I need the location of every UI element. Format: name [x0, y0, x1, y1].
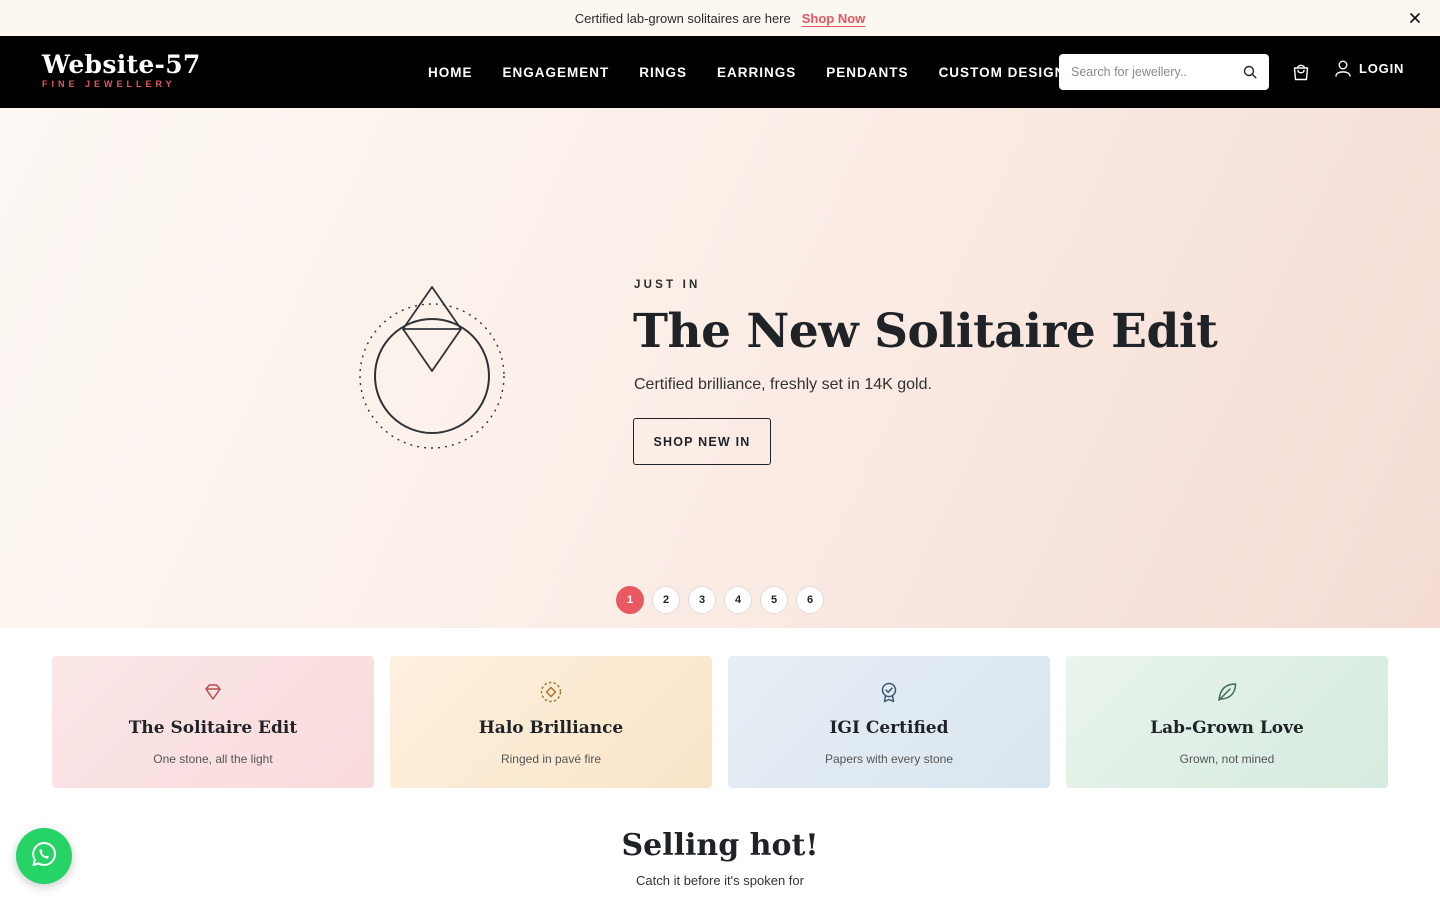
- slide-dot-6[interactable]: 6: [796, 586, 824, 614]
- login-button[interactable]: LOGIN: [1334, 59, 1404, 77]
- announcement-message: Certified lab-grown solitaires are here: [574, 10, 791, 26]
- feature-card-title: Halo Brilliance: [478, 718, 624, 738]
- section-title: Selling hot!: [621, 828, 819, 863]
- main-nav: HOME ENGAGEMENT RINGS EARRINGS PENDANTS …: [413, 36, 1080, 108]
- search-input[interactable]: [1059, 65, 1229, 79]
- feature-card-lab-grown[interactable]: Lab-Grown Love Grown, not mined: [1066, 656, 1388, 788]
- feature-card-solitaire[interactable]: The Solitaire Edit One stone, all the li…: [52, 656, 374, 788]
- shopping-bag-icon[interactable]: [1291, 62, 1311, 82]
- solitaire-ring-icon: [356, 286, 508, 452]
- slide-dot-4[interactable]: 4: [724, 586, 752, 614]
- logo-tagline: FINE JEWELLERY: [42, 79, 176, 89]
- logo-name: Website-57: [42, 50, 201, 79]
- shop-new-in-button[interactable]: SHOP NEW IN: [633, 418, 771, 465]
- halo-icon: [540, 681, 562, 703]
- hero-banner: JUST IN The New Solitaire Edit Certified…: [0, 108, 1440, 628]
- search-box: [1059, 54, 1269, 90]
- hero-subtitle: Certified brilliance, freshly set in 14K…: [634, 376, 932, 393]
- slide-dot-2[interactable]: 2: [652, 586, 680, 614]
- nav-earrings[interactable]: EARRINGS: [717, 65, 796, 80]
- certificate-badge-icon: [878, 681, 900, 703]
- site-header: Website-57 FINE JEWELLERY HOME ENGAGEMEN…: [0, 36, 1440, 108]
- user-icon: [1334, 59, 1352, 77]
- diamond-icon: [202, 681, 224, 703]
- whatsapp-icon: [30, 840, 58, 873]
- site-logo[interactable]: Website-57 FINE JEWELLERY: [42, 50, 201, 89]
- feature-card-igi[interactable]: IGI Certified Papers with every stone: [728, 656, 1050, 788]
- feature-card-title: Lab-Grown Love: [1150, 718, 1304, 738]
- feature-card-subtitle: Grown, not mined: [1179, 752, 1275, 766]
- hero-title: The New Solitaire Edit: [633, 304, 1218, 359]
- whatsapp-button[interactable]: [16, 828, 72, 884]
- hero-eyebrow: JUST IN: [634, 279, 701, 291]
- feature-card-title: The Solitaire Edit: [128, 718, 298, 738]
- nav-custom-design[interactable]: CUSTOM DESIGN: [939, 65, 1066, 80]
- nav-home[interactable]: HOME: [428, 65, 473, 80]
- slide-dot-1[interactable]: 1: [616, 586, 644, 614]
- announcement-bar: Certified lab-grown solitaires are here …: [0, 0, 1440, 36]
- feature-card-title: IGI Certified: [829, 718, 949, 738]
- leaf-icon: [1216, 681, 1238, 703]
- slide-dot-3[interactable]: 3: [688, 586, 716, 614]
- feature-cards: The Solitaire Edit One stone, all the li…: [52, 656, 1388, 788]
- shop-now-link[interactable]: Shop Now: [802, 11, 866, 26]
- login-label: LOGIN: [1359, 60, 1405, 76]
- feature-card-subtitle: Papers with every stone: [824, 752, 954, 766]
- slide-pagination: 1 2 3 4 5 6: [616, 586, 832, 614]
- nav-rings[interactable]: RINGS: [639, 65, 687, 80]
- nav-engagement[interactable]: ENGAGEMENT: [503, 65, 610, 80]
- nav-pendants[interactable]: PENDANTS: [826, 65, 908, 80]
- feature-card-halo[interactable]: Halo Brilliance Ringed in pavé fire: [390, 656, 712, 788]
- search-icon[interactable]: [1243, 65, 1257, 79]
- slide-dot-5[interactable]: 5: [760, 586, 788, 614]
- feature-card-subtitle: Ringed in pavé fire: [500, 752, 602, 766]
- section-subtitle: Catch it before it's spoken for: [636, 873, 804, 888]
- feature-card-subtitle: One stone, all the light: [153, 752, 273, 766]
- close-icon[interactable]: [1406, 9, 1424, 27]
